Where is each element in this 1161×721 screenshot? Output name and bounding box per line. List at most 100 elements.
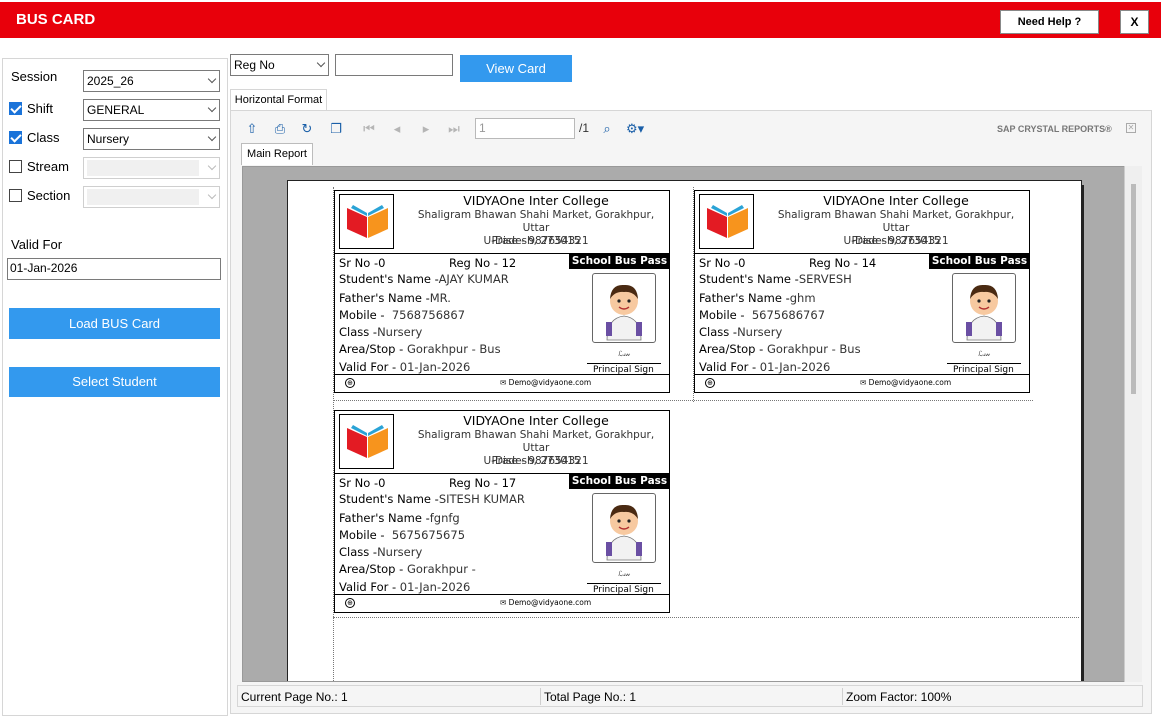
sr-no: Sr No -0: [699, 256, 746, 270]
school-name: VIDYAOne Inter College: [463, 193, 609, 208]
section-select[interactable]: [83, 186, 220, 208]
status-total-pages: Total Page No.: 1: [544, 690, 637, 704]
shift-select[interactable]: GENERAL: [83, 99, 220, 121]
stream-checkbox[interactable]: [9, 160, 22, 173]
chevron-down-icon: [207, 190, 217, 200]
student-name-row: Student's Name -SERVESH: [699, 272, 852, 286]
first-page-icon[interactable]: ⏮: [360, 120, 378, 138]
school-dise: U-Dise - 987654321: [483, 455, 589, 467]
stream-label: Stream: [27, 159, 69, 174]
close-viewer-icon[interactable]: ✕: [1126, 123, 1136, 133]
student-photo-icon: [952, 273, 1016, 343]
sr-no: Sr No -0: [339, 476, 386, 490]
valid-for-row: Valid For - 01-Jan-2026: [339, 580, 471, 594]
valid-for-row: Valid For - 01-Jan-2026: [339, 360, 471, 374]
stream-select[interactable]: [83, 157, 220, 179]
card-header: VIDYAOne Inter College Shaligram Bhawan …: [335, 191, 669, 254]
school-logo-icon: [339, 194, 394, 249]
report-canvas: VIDYAOne Inter College Shaligram Bhawan …: [242, 166, 1142, 682]
class-checkbox[interactable]: [9, 131, 22, 144]
class-select[interactable]: Nursery: [83, 128, 220, 150]
father-name-row: Father's Name -fgnfg: [339, 511, 460, 525]
copy-icon[interactable]: ❐: [327, 120, 345, 138]
globe-icon: ⊕: [705, 378, 715, 388]
search-input[interactable]: [335, 54, 453, 76]
select-student-button[interactable]: Select Student: [9, 367, 220, 397]
status-bar: Current Page No.: 1 Total Page No.: 1 Zo…: [237, 685, 1143, 707]
page-number-input[interactable]: 1: [475, 118, 575, 139]
school-dise: U-Dise - 987654321: [843, 235, 949, 247]
globe-icon: ⊕: [345, 378, 355, 388]
session-label: Session: [11, 69, 58, 84]
signature-icon: ℒ𝓈𝓃: [618, 350, 630, 358]
tab-main-report[interactable]: Main Report: [241, 143, 313, 165]
section-label: Section: [27, 188, 71, 203]
mobile-row: Mobile - 5675675675: [339, 528, 466, 542]
bus-card: VIDYAOne Inter College Shaligram Bhawan …: [694, 190, 1030, 393]
search-field-select[interactable]: Reg No: [230, 54, 329, 76]
search-field-value: Reg No: [234, 58, 275, 72]
sr-no: Sr No -0: [339, 256, 386, 270]
card-header: VIDYAOne Inter College Shaligram Bhawan …: [695, 191, 1029, 254]
section-checkbox[interactable]: [9, 189, 22, 202]
vertical-scrollbar[interactable]: [1124, 166, 1142, 682]
class-value: Nursery: [87, 132, 130, 146]
area-stop-row: Area/Stop - Gorakhpur -: [339, 562, 476, 576]
view-card-button[interactable]: View Card: [460, 55, 572, 82]
session-select[interactable]: 2025_26: [83, 70, 220, 92]
chevron-down-icon: [207, 132, 217, 142]
school-email: ✉ Demo@vidyaone.com: [500, 378, 592, 387]
window-title: BUS CARD: [16, 11, 96, 28]
class-label: Class: [27, 130, 60, 145]
bus-card: VIDYAOne Inter College Shaligram Bhawan …: [334, 190, 670, 393]
signature-icon: ℒ𝓈𝓃: [978, 350, 990, 358]
student-photo-icon: [592, 273, 656, 343]
class-row: Class -Nursery: [339, 325, 423, 339]
print-icon[interactable]: ⎙: [271, 120, 289, 138]
card-header: VIDYAOne Inter College Shaligram Bhawan …: [335, 411, 669, 474]
school-dise: U-Dise - 987654321: [483, 235, 589, 247]
need-help-button[interactable]: Need Help ?: [1000, 10, 1099, 34]
chevron-down-icon: [207, 103, 217, 113]
chevron-down-icon: [207, 74, 217, 84]
class-row: Class -Nursery: [339, 545, 423, 559]
shift-value: GENERAL: [87, 103, 145, 117]
next-page-icon[interactable]: ▸: [417, 120, 435, 138]
student-photo-icon: [592, 493, 656, 563]
school-logo-icon: [339, 414, 394, 469]
school-email: ✉ Demo@vidyaone.com: [860, 378, 952, 387]
valid-for-input[interactable]: 01-Jan-2026: [7, 258, 221, 280]
bus-pass-title: School Bus Pass: [569, 254, 670, 269]
chevron-down-icon: [316, 58, 326, 68]
refresh-icon[interactable]: ↻: [298, 120, 316, 138]
area-stop-row: Area/Stop - Gorakhpur - Bus: [699, 342, 861, 356]
status-current-page: Current Page No.: 1: [241, 690, 348, 704]
shift-label: Shift: [27, 101, 54, 116]
close-button[interactable]: X: [1120, 10, 1149, 34]
total-pages: /1: [579, 121, 590, 135]
valid-for-label: Valid For: [11, 237, 63, 252]
session-value: 2025_26: [87, 74, 134, 88]
last-page-icon[interactable]: ⏭: [445, 120, 463, 138]
signature-icon: ℒ𝓈𝓃: [618, 570, 630, 578]
title-bar: BUS CARD Need Help ? X: [0, 2, 1161, 38]
area-stop-row: Area/Stop - Gorakhpur - Bus: [339, 342, 501, 356]
shift-checkbox[interactable]: [9, 102, 22, 115]
reg-no: Reg No - 12: [449, 256, 517, 270]
reg-no: Reg No - 14: [809, 256, 877, 270]
school-email: ✉ Demo@vidyaone.com: [500, 598, 592, 607]
father-name-row: Father's Name -ghm: [699, 291, 816, 305]
zoom-icon[interactable]: ⚙▾: [626, 120, 644, 138]
tab-horizontal-format[interactable]: Horizontal Format: [230, 89, 327, 111]
find-icon[interactable]: ⌕: [598, 120, 616, 138]
load-bus-card-button[interactable]: Load BUS Card: [9, 308, 220, 339]
school-logo-icon: [699, 194, 754, 249]
bus-card: VIDYAOne Inter College Shaligram Bhawan …: [334, 410, 670, 613]
export-icon[interactable]: ⇧: [243, 120, 261, 138]
scroll-thumb[interactable]: [1131, 184, 1136, 394]
bus-pass-title: School Bus Pass: [569, 474, 670, 489]
previous-page-icon[interactable]: ◂: [388, 120, 406, 138]
globe-icon: ⊕: [345, 598, 355, 608]
mobile-row: Mobile - 7568756867: [339, 308, 466, 322]
sap-brand: SAP CRYSTAL REPORTS®: [997, 124, 1112, 134]
